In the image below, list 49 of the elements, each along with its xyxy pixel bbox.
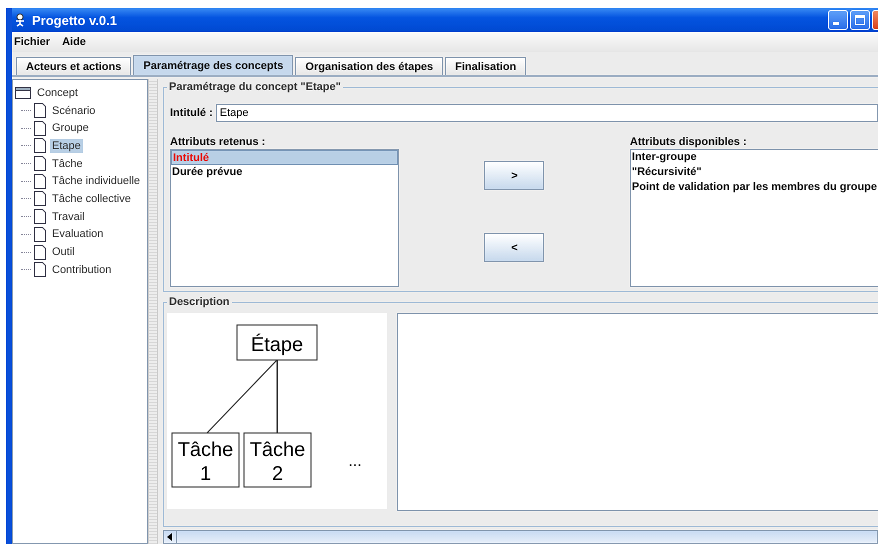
tree-item[interactable]: Tâche collective — [50, 192, 133, 206]
tree-item[interactable]: Groupe — [50, 121, 91, 136]
document-icon — [34, 244, 46, 260]
document-icon — [34, 138, 46, 154]
tree-item[interactable]: Tâche individuelle — [50, 174, 142, 188]
diagram-node: Tâche 2 — [244, 432, 312, 488]
horizontal-scrollbar[interactable] — [163, 530, 878, 544]
tree-item[interactable]: Evaluation — [50, 227, 106, 242]
tree-item[interactable]: Scénario — [50, 104, 98, 118]
tree-item[interactable]: Concept — [35, 86, 80, 100]
tab[interactable]: Paramétrage des concepts — [133, 55, 294, 75]
left-arrow-icon[interactable] — [167, 533, 173, 541]
tree-item[interactable]: Etape — [50, 138, 83, 153]
move-button[interactable]: > — [484, 161, 544, 190]
group-title: Description — [167, 296, 232, 308]
ellipsis: ... — [348, 453, 362, 470]
document-icon — [34, 209, 46, 224]
tree-item[interactable]: Outil — [50, 245, 77, 260]
list-item[interactable]: Inter-groupe — [630, 150, 878, 165]
tab[interactable]: Finalisation — [445, 57, 526, 75]
list-item[interactable]: Durée prévue — [171, 165, 398, 180]
document-icon — [34, 262, 46, 278]
field-label: Intitulé : — [170, 107, 213, 119]
tab[interactable]: Acteurs et actions — [16, 57, 132, 75]
document-icon — [34, 174, 46, 189]
folder-icon — [15, 86, 31, 99]
menu-item[interactable]: Fichier — [14, 36, 50, 48]
tree-item[interactable]: Travail — [50, 210, 87, 224]
maximize-button[interactable] — [850, 10, 870, 30]
tab[interactable]: Organisation des étapes — [295, 57, 444, 75]
document-icon — [34, 103, 46, 118]
document-icon — [34, 120, 46, 136]
list-item[interactable]: "Récursivité" — [630, 165, 878, 180]
document-icon — [34, 191, 46, 206]
group-title: Paramétrage du concept "Etape" — [167, 81, 343, 93]
move-button[interactable]: < — [484, 233, 544, 262]
diagram-node: Étape — [236, 324, 318, 360]
list-label: Attributs retenus : — [170, 136, 266, 149]
tree-item[interactable]: Tâche — [50, 156, 85, 171]
tree-item[interactable]: Contribution — [50, 262, 114, 277]
document-icon — [34, 226, 46, 242]
list-label: Attributs disponibles : — [630, 136, 748, 149]
name-field[interactable]: Etape — [216, 104, 878, 122]
minimize-button[interactable] — [828, 10, 848, 30]
document-icon — [34, 156, 46, 172]
menu-item[interactable]: Aide — [62, 36, 86, 48]
diagram-node: Tâche 1 — [172, 432, 240, 488]
window-title: Progetto v.0.1 — [32, 12, 118, 28]
list-item[interactable]: Point de validation par les membres du groupe — [630, 180, 878, 195]
